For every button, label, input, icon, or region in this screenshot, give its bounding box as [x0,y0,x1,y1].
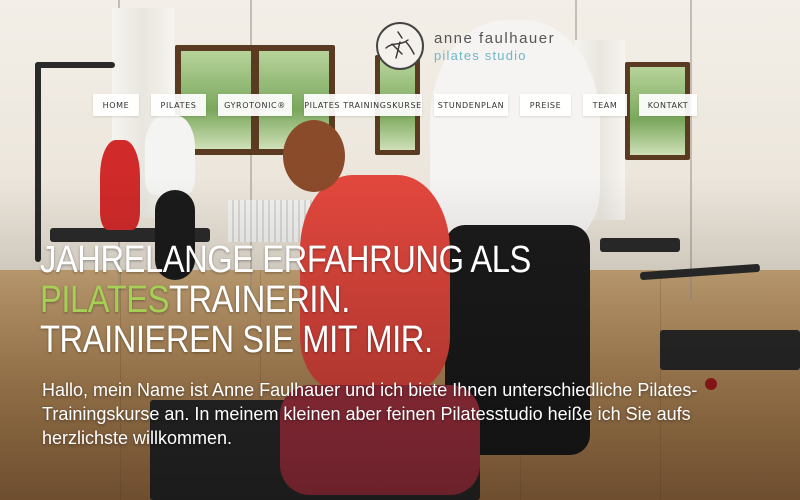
nav-item-pilates[interactable]: PILATES [151,94,206,116]
main-navigation: HOME PILATES GYROTONIC® PILATES TRAINING… [0,94,800,116]
hero-intro-text: Hallo, mein Name ist Anne Faulhauer und … [42,380,698,448]
headline-line-2: TRAINERIN. [168,279,350,321]
headline-accent-word: PILATES [40,279,169,321]
nav-item-kontakt[interactable]: KONTAKT [639,94,697,116]
nav-item-home[interactable]: HOME [93,94,139,116]
hero-headline: JAHRELANGE ERFAHRUNG ALS PILATESTRAINERI… [40,240,531,360]
nav-item-preise[interactable]: PREISE [520,94,571,116]
logo-name: anne faulhauer [434,29,556,47]
nav-item-pilates-trainingskurse[interactable]: PILATES TRAININGSKURSE [304,94,422,116]
nav-item-team[interactable]: TEAM [583,94,627,116]
nav-item-gyrotonic[interactable]: GYROTONIC® [218,94,292,116]
figure-sketch-icon [376,22,424,70]
nav-item-stundenplan[interactable]: STUNDENPLAN [434,94,508,116]
site-logo[interactable]: anne faulhauer pilates studio [376,22,555,70]
headline-line-3: TRAINIEREN SIE MIT MIR. [40,319,433,361]
logo-subtitle: pilates studio [434,47,527,63]
headline-line-1: JAHRELANGE ERFAHRUNG ALS [40,239,531,281]
